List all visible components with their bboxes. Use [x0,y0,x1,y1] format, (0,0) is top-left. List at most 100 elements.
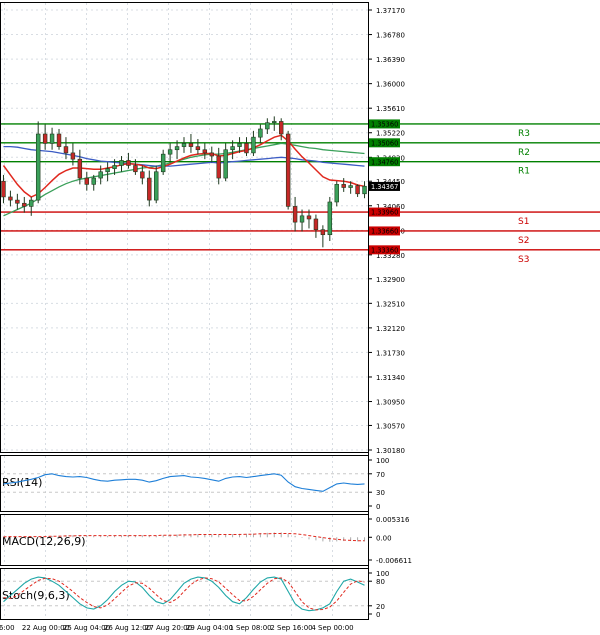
candle-body [154,171,159,201]
candle-body [119,160,124,166]
macd-y-tick-label: 0.005316 [376,516,410,524]
candle-body [112,165,117,169]
y-tick-label: 1.30180 [376,447,405,455]
y-tick-label: 1.36780 [376,32,405,40]
candle-body [278,121,284,135]
candle-body [223,149,228,179]
rsi-y-tick-label: 70 [376,471,385,479]
candle-body [258,128,263,138]
y-tick-label: 1.31730 [376,349,405,357]
candle-body [272,121,277,123]
level-price-value: 1.33360 [371,246,398,254]
x-tick-label: 2 Sep 16:00 [270,624,312,632]
stoch-y-tick-label: 0 [376,611,380,619]
candle-body [292,206,298,223]
candle-body [362,185,367,195]
candle-body [348,185,353,188]
candle-body [299,215,305,223]
candle-body [181,143,187,147]
candle-body [133,165,138,173]
y-tick-label: 1.32120 [376,325,405,333]
x-tick-label: 16:00 [0,624,15,632]
x-tick-label: 1 Sep 08:00 [229,624,271,632]
candle-body [160,153,166,173]
candle-body [63,146,69,154]
main-panel-frame [0,2,369,453]
level-label-s2: S2 [518,236,529,246]
candle-body [174,146,180,151]
candle-body [265,122,270,130]
candle-body [237,143,242,147]
level-price-value: 1.33960 [371,209,398,217]
candle-body [167,149,173,155]
candle-body [285,133,291,207]
x-tick-label: 4 Sep 00:00 [311,624,353,632]
candle-body [313,218,319,230]
candle-body [355,185,360,195]
candle-body [126,160,131,166]
candle-body [49,133,55,144]
candle-body [216,155,221,179]
y-tick-label: 1.35220 [376,130,405,138]
candle-body [29,199,34,207]
macd-y-tick-label: -0.006611 [376,557,412,565]
candle-body [42,133,48,144]
y-tick-label: 1.30950 [376,399,405,407]
level-label-r1: R1 [518,167,530,177]
candle-body [244,143,249,154]
y-tick-label: 1.32510 [376,300,405,308]
candle-body [327,201,333,236]
candle-body [15,199,20,204]
candle-body [105,168,110,173]
forex-chart: 16:0022 Aug 00:0025 Aug 04:0026 Aug 12:0… [0,2,600,632]
candle-body [320,229,326,236]
candle-body [140,171,145,179]
y-tick-label: 1.36390 [376,56,405,64]
candle-body [98,171,103,179]
candle-body [35,133,41,201]
rsi-y-tick-label: 0 [376,503,380,511]
y-tick-label: 1.31340 [376,374,405,382]
level-price-value: 1.35060 [371,139,398,147]
y-tick-label: 1.30570 [376,422,405,430]
rsi-y-tick-label: 30 [376,489,385,497]
candle-body [334,184,339,203]
rsi-y-tick-label: 100 [376,457,389,465]
level-price-value: 1.35360 [371,121,398,129]
candle-body [8,196,13,201]
stoch-y-tick-label: 20 [376,603,385,611]
candle-body [77,158,83,179]
candle-body [230,146,235,151]
candle-body [147,177,152,201]
candle-body [306,215,312,220]
candle-body [91,177,96,185]
y-tick-label: 1.37170 [376,7,405,15]
candle-body [70,152,76,160]
candle-body [209,152,214,157]
level-price-value: 1.33660 [371,228,398,236]
candle-body [341,184,346,188]
level-price-value: 1.34760 [371,158,398,166]
candle-body [22,202,27,207]
rsi-panel-frame [0,455,369,512]
level-label-r3: R3 [518,129,530,139]
candle-body [195,146,201,151]
candle-body [251,136,256,154]
y-tick-label: 1.36000 [376,81,405,89]
x-tick-label: 29 Aug 04:00 [186,624,233,632]
candle-body [188,143,194,147]
stoch-y-tick-label: 100 [376,570,389,578]
candle-body [202,149,208,154]
last-price-value: 1.34367 [371,183,398,191]
y-tick-label: 1.32900 [376,276,405,284]
candle-body [1,180,6,198]
stoch-y-tick-label: 80 [376,578,385,586]
candle-body [56,133,62,147]
y-tick-label: 1.35610 [376,105,405,113]
macd-y-tick-label: 0.00 [376,534,392,542]
stoch-label: Stoch(9,6,3) [2,589,70,602]
level-label-r2: R2 [518,148,530,158]
level-label-s1: S1 [518,217,529,227]
candle-body [84,177,90,185]
level-label-s3: S3 [518,255,529,265]
